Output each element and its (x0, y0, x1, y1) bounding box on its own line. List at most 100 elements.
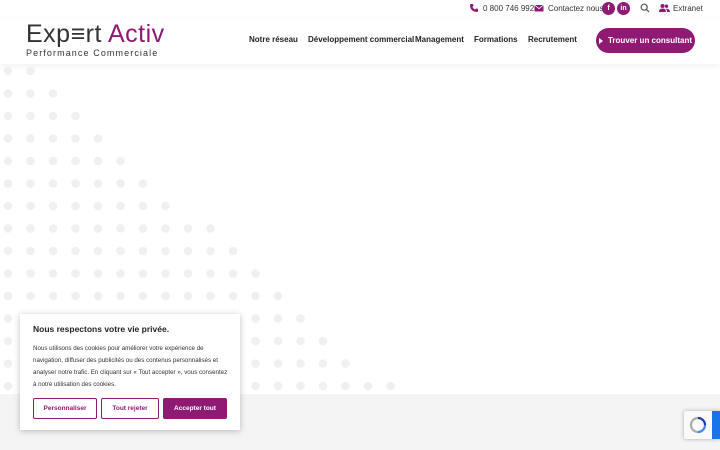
facebook-icon[interactable]: f (602, 2, 615, 15)
find-consultant-label: Trouver un consultant (607, 36, 692, 45)
contact-link[interactable]: Contactez nous (534, 3, 604, 13)
background-dot (161, 291, 170, 301)
background-dot (116, 246, 125, 256)
background-dot (93, 224, 103, 233)
background-dot (161, 201, 170, 211)
phone-link[interactable]: 0 800 746 992 (469, 3, 534, 13)
background-dot (251, 336, 260, 346)
background-dot (3, 381, 13, 391)
cookie-description: Nous utilisons des cookies pour améliore… (33, 345, 228, 388)
background-dot (183, 291, 193, 301)
play-arrow-icon (598, 37, 603, 44)
search-button[interactable] (640, 3, 654, 13)
background-dot (3, 246, 13, 256)
background-dot (3, 359, 13, 368)
background-dot (3, 336, 13, 346)
background-dot (116, 291, 125, 301)
background-dot (363, 381, 373, 391)
background-dot (161, 224, 170, 233)
recaptcha-icon (689, 416, 707, 439)
background-dot (93, 134, 103, 143)
background-dot (138, 246, 148, 256)
background-dot (386, 381, 395, 391)
extranet-label: Extranet (673, 3, 703, 13)
nav-management[interactable]: Management (415, 35, 464, 44)
background-dot (138, 179, 148, 188)
background-dot (26, 66, 35, 76)
customize-cookies-button[interactable]: Personnaliser (33, 398, 97, 419)
background-dot (26, 291, 35, 301)
nav-notre-reseau[interactable]: Notre réseau (249, 35, 298, 44)
background-dot (116, 179, 125, 188)
background-dot (26, 89, 35, 98)
logo-text-expert: Exp≡rt (26, 20, 102, 48)
background-dot (341, 381, 350, 391)
background-dot (71, 201, 80, 211)
background-dot (71, 246, 80, 256)
background-dot (93, 246, 103, 256)
reject-all-button[interactable]: Tout rejeter (101, 398, 159, 419)
accept-all-button[interactable]: Accepter tout (163, 398, 227, 419)
cookie-banner: Nous respectons votre vie privée. Nous u… (20, 314, 240, 430)
background-dot (93, 201, 103, 211)
background-dot (296, 359, 305, 368)
background-dot (138, 269, 148, 278)
background-dot (3, 224, 13, 233)
background-dot (296, 336, 305, 346)
envelope-icon (534, 3, 544, 13)
background-dot (138, 291, 148, 301)
background-dot (273, 381, 283, 391)
background-dot (318, 359, 328, 368)
background-dot (116, 269, 125, 278)
background-dot (71, 291, 80, 301)
linkedin-label: in (620, 5, 627, 12)
background-dot (138, 201, 148, 211)
background-dot (48, 291, 58, 301)
background-dot (251, 314, 260, 323)
background-dot (26, 246, 35, 256)
background-dot (273, 291, 283, 301)
background-dot (3, 111, 13, 121)
background-dot (26, 179, 35, 188)
nav-developpement-commercial[interactable]: Développement commercial (308, 35, 414, 44)
background-dot (251, 291, 260, 301)
background-dot (26, 201, 35, 211)
background-dot (296, 314, 305, 323)
phone-number: 0 800 746 992 (483, 3, 535, 13)
background-dot (3, 156, 13, 166)
extranet-link[interactable]: Extranet (659, 3, 703, 13)
background-dot (48, 111, 58, 121)
recaptcha-badge[interactable] (684, 411, 720, 439)
background-dot (116, 156, 125, 166)
background-dot (71, 134, 80, 143)
find-consultant-button[interactable]: Trouver un consultant (596, 28, 695, 53)
cookie-title: Nous respectons votre vie privée. (33, 324, 170, 334)
background-dot (48, 179, 58, 188)
logo[interactable]: Exp≡rt Activ Performance Commerciale (26, 19, 165, 58)
users-icon (659, 3, 670, 13)
recaptcha-strip (712, 411, 720, 439)
linkedin-icon[interactable]: in (617, 2, 630, 15)
background-dot (161, 246, 170, 256)
top-bar: 0 800 746 992 Contactez nous f in Extran… (0, 0, 720, 18)
background-dot (93, 179, 103, 188)
background-dot (71, 224, 80, 233)
background-dot (93, 156, 103, 166)
nav-recrutement[interactable]: Recrutement (528, 35, 577, 44)
background-dot (3, 291, 13, 301)
background-dot (3, 269, 13, 278)
nav-formations[interactable]: Formations (474, 35, 518, 44)
logo-text-activ: Activ (101, 20, 165, 48)
background-dot (273, 314, 283, 323)
facebook-label: f (607, 5, 610, 12)
background-dot (116, 201, 125, 211)
background-dot (138, 224, 148, 233)
background-dot (48, 246, 58, 256)
background-dot (26, 134, 35, 143)
background-dot (251, 381, 260, 391)
background-dot (3, 201, 13, 211)
background-dot (3, 314, 13, 323)
background-dot (341, 359, 350, 368)
background-dot (48, 201, 58, 211)
background-dot (93, 269, 103, 278)
